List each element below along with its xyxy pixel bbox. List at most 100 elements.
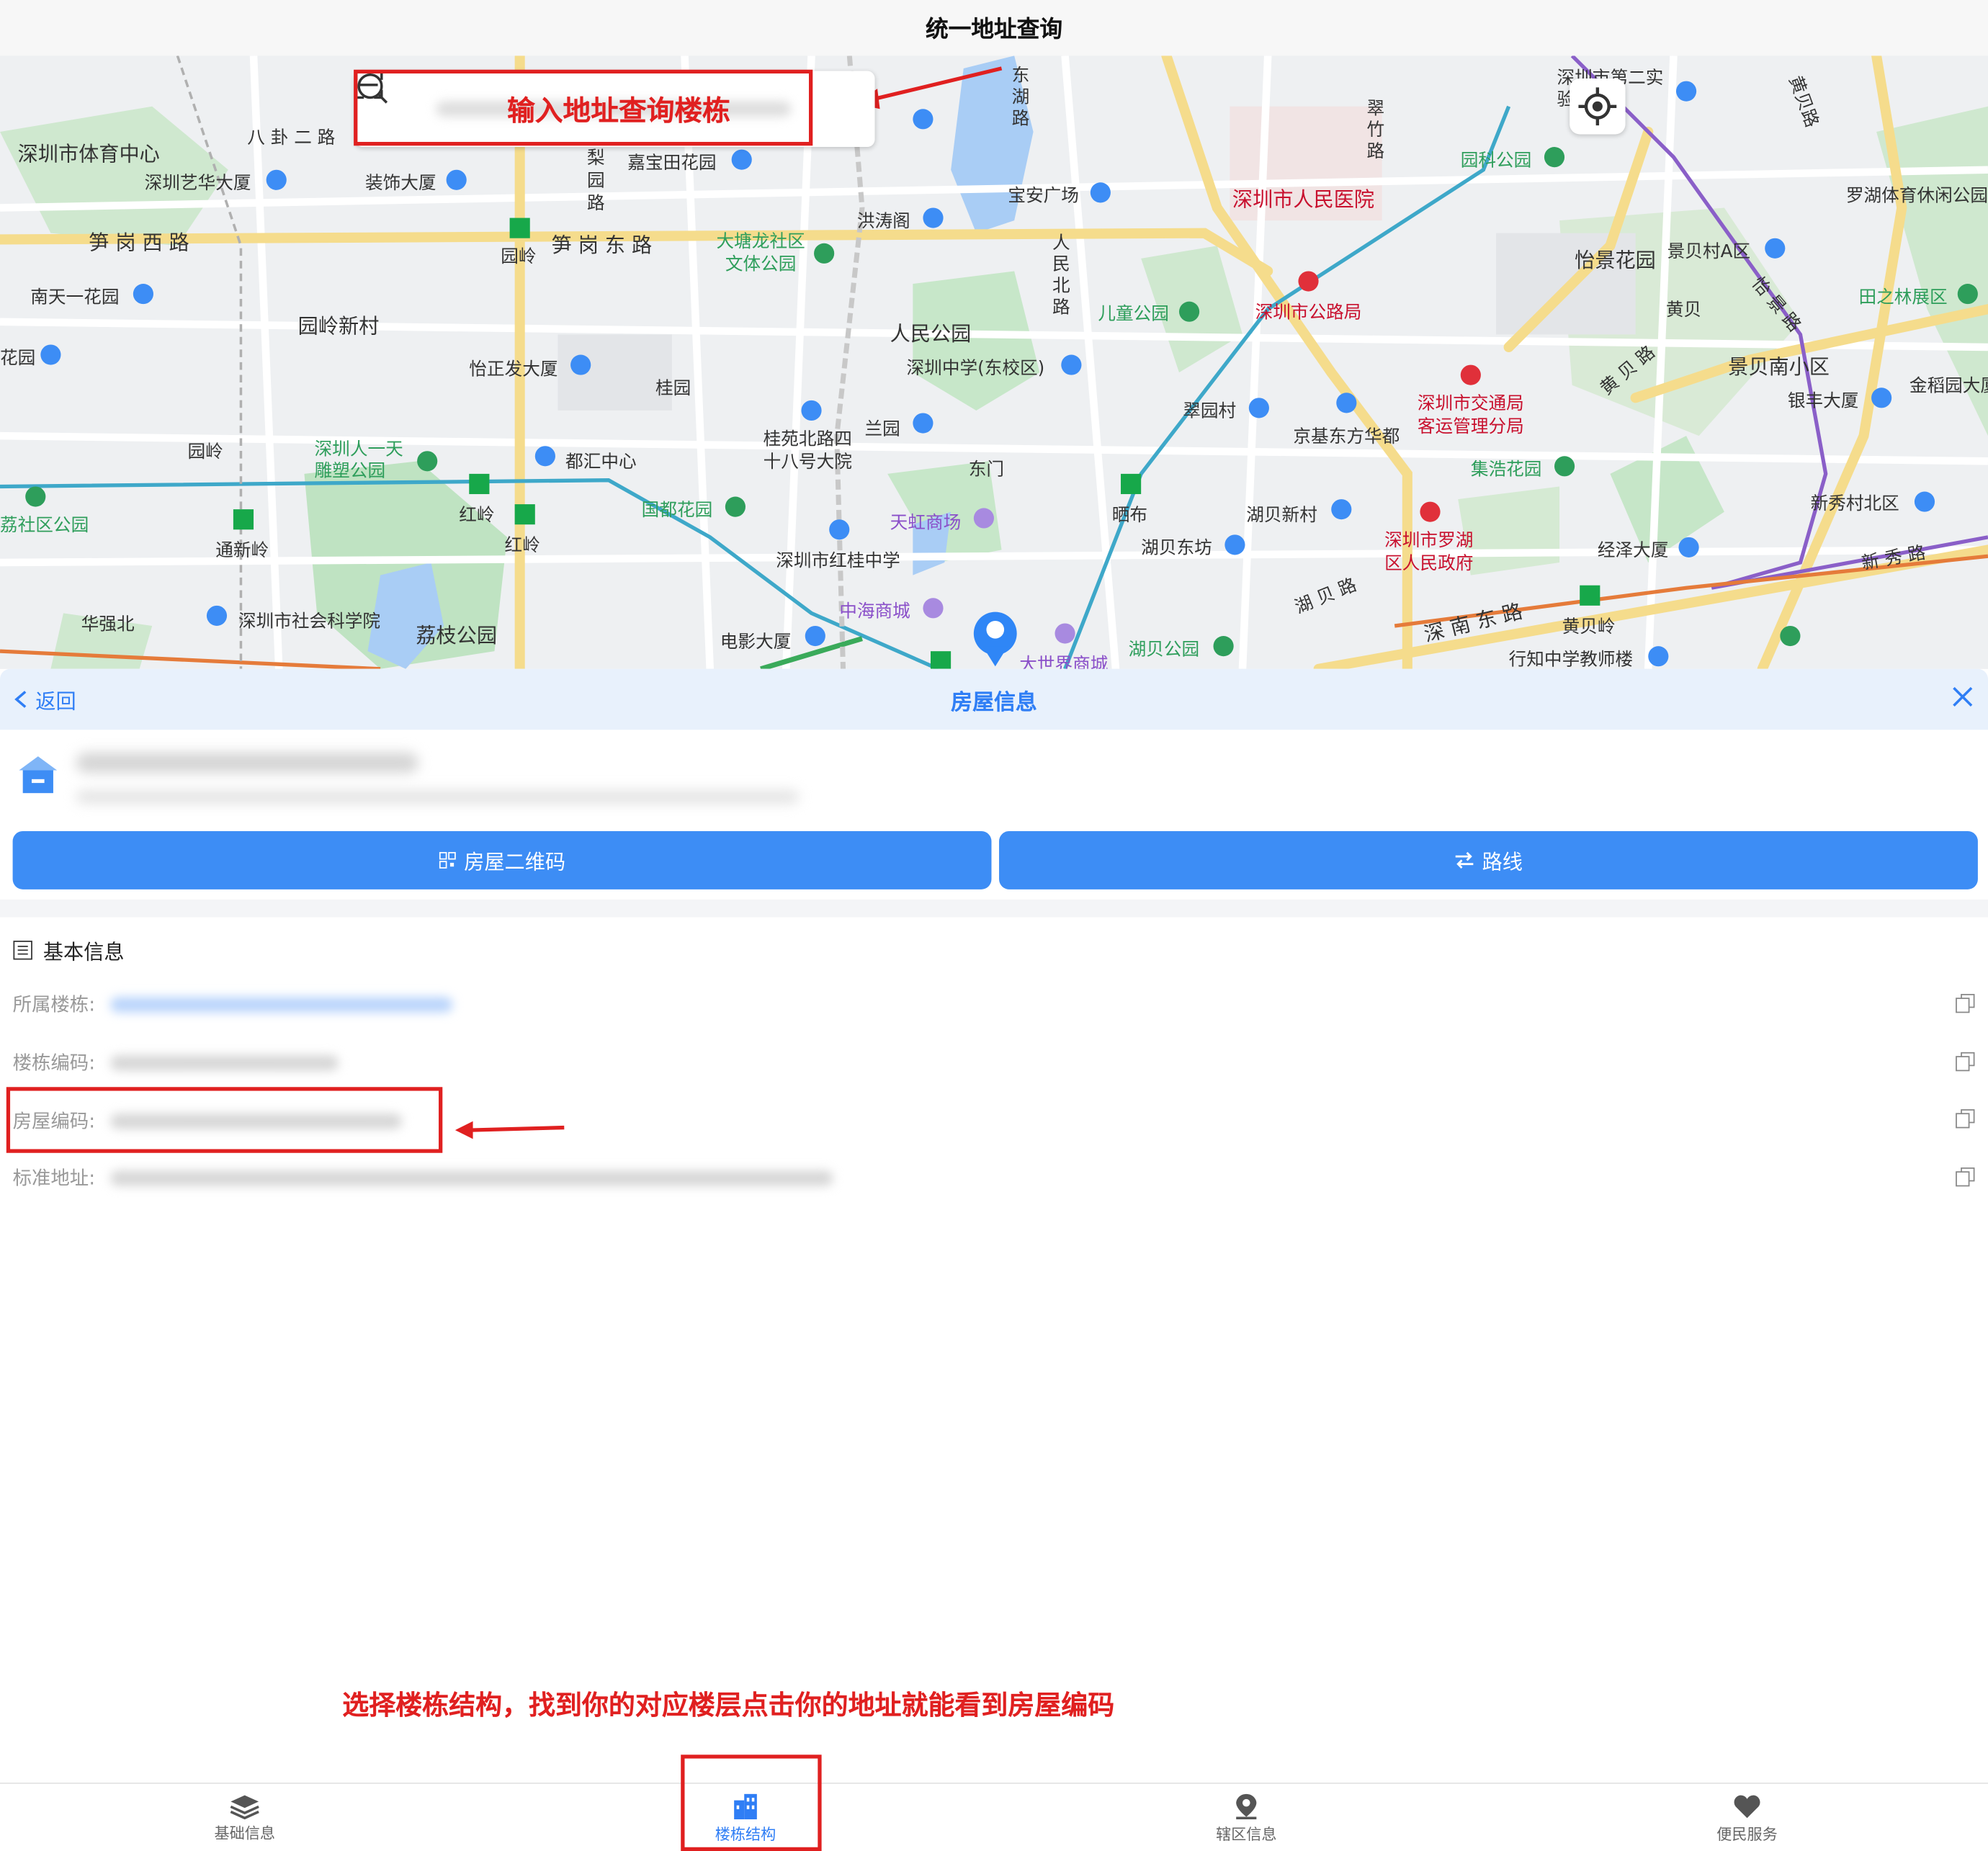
map-label: 怡正发大厦 xyxy=(469,359,558,380)
map-label: 翠竹路 xyxy=(1366,99,1385,163)
app-root: 统一地址查询 深圳市体育中心 八 卦 二 路 深圳艺华大厦 装饰大厦 梨园路 嘉… xyxy=(0,0,1988,1851)
map-label: 洪涛阁 xyxy=(856,211,910,232)
field-building: 所属楼栋: xyxy=(13,991,453,1018)
tab-label: 辖区信息 xyxy=(1216,1824,1277,1843)
map-label: 大世界商城 xyxy=(1019,655,1109,669)
route-button[interactable]: 路线 xyxy=(999,830,1978,889)
map-label: 中海商城 xyxy=(839,601,910,622)
field-label: 所属楼栋 xyxy=(12,993,89,1016)
section-basic-info: 基本信息 xyxy=(13,935,125,965)
map-label: 儿童公园 xyxy=(1098,304,1169,325)
map-label: 笋 岗 东 路 xyxy=(551,233,653,258)
copy-icon[interactable] xyxy=(1955,1167,1975,1187)
annotation-search-hint: 输入地址查询楼栋 xyxy=(507,96,730,128)
map-label: 湖贝东坊 xyxy=(1141,538,1212,559)
map-label: 装饰大厦 xyxy=(364,173,436,194)
map-label: 田之林展区 xyxy=(1858,287,1948,308)
annotation-box-house-code xyxy=(6,1087,443,1153)
field-std-address: 标准地址: xyxy=(13,1165,833,1191)
map-label: 大塘龙社区文体公园 xyxy=(716,231,805,275)
map-label: 八 卦 二 路 xyxy=(247,127,336,148)
field-value-redacted[interactable] xyxy=(110,996,453,1012)
bottom-tab-bar: 基础信息 楼栋结构 辖区信息 便民服务 xyxy=(0,1783,1988,1851)
map-pin-icon xyxy=(1236,1793,1257,1819)
panel-title: 房屋信息 xyxy=(951,690,1037,716)
map-label: 嘉宝田花园 xyxy=(627,153,717,174)
map-label: 深圳市红桂中学 xyxy=(776,551,900,572)
map-label: 深圳市交通局客运管理分局 xyxy=(1417,394,1524,437)
map-label: 深圳市体育中心 xyxy=(17,142,160,166)
map-label: 人民公园 xyxy=(890,321,972,346)
map-label: 京基东方华都 xyxy=(1293,426,1400,447)
field-building-code: 楼栋编码: xyxy=(13,1049,339,1076)
map-label: 国都花园 xyxy=(641,500,713,521)
house-summary xyxy=(0,732,1988,829)
qr-code-label: 房屋二维码 xyxy=(464,850,566,874)
scaled-layout: 统一地址查询 深圳市体育中心 八 卦 二 路 深圳艺华大厦 装饰大厦 梨园路 嘉… xyxy=(0,0,1988,1851)
map-label: 荔社区公园 xyxy=(0,515,89,537)
tab-basic-info[interactable]: 基础信息 xyxy=(130,1784,359,1851)
map-label: 园岭 xyxy=(187,442,223,463)
map-label: 桂园 xyxy=(655,378,691,400)
map-label: 天虹商场 xyxy=(890,513,962,534)
map-label: 东湖路 xyxy=(1011,66,1030,130)
route-icon xyxy=(1455,851,1474,869)
map-label: 景贝南小区 xyxy=(1728,354,1830,379)
map-label: 电影大厦 xyxy=(720,632,792,653)
map-label: 深圳人一天雕塑公园 xyxy=(314,439,403,482)
copy-icon[interactable] xyxy=(1955,1108,1975,1129)
field-label: 标准地址 xyxy=(12,1167,89,1190)
map-label: 人民北路 xyxy=(1052,233,1070,318)
qr-code-icon xyxy=(439,851,456,869)
tab-district-info[interactable]: 辖区信息 xyxy=(1132,1784,1361,1851)
map-label: 笋 岗 西 路 xyxy=(89,230,189,255)
map-label: 宝安广场 xyxy=(1008,186,1079,207)
annotation-instruction: 选择楼栋结构，找到你的对应楼层点击你的地址就能看到房屋编码 xyxy=(342,1690,1115,1721)
tab-public-service[interactable]: 便民服务 xyxy=(1633,1784,1861,1851)
field-label: 楼栋编码 xyxy=(12,1052,89,1075)
qr-code-button[interactable]: 房屋二维码 xyxy=(12,830,992,889)
map-label: 深圳市人民医院 xyxy=(1232,187,1375,212)
map-label: 湖贝新村 xyxy=(1246,505,1317,526)
field-value-redacted xyxy=(110,1054,339,1070)
section-title: 基本信息 xyxy=(42,940,125,964)
map-label: 梨园路 xyxy=(586,148,605,215)
close-icon[interactable] xyxy=(1948,681,1978,712)
list-icon xyxy=(13,941,32,960)
page-title: 统一地址查询 xyxy=(0,0,1988,56)
map-label: 华强北 xyxy=(81,614,135,635)
map-label: 红岭 xyxy=(459,505,495,526)
panel-header: 返回 房屋信息 xyxy=(0,668,1988,730)
map-label: 行知中学教师楼 xyxy=(1508,650,1634,669)
map-label: 荔枝公园 xyxy=(416,623,498,647)
house-icon xyxy=(19,756,58,794)
crosshair-icon xyxy=(1578,87,1617,126)
locate-button[interactable] xyxy=(1570,79,1626,135)
map-label: 景贝村A区 xyxy=(1667,241,1751,263)
map-label: 黄贝 xyxy=(1665,300,1702,321)
map-label: 深圳市罗湖区人民政府 xyxy=(1384,531,1474,574)
map-label: 经泽大厦 xyxy=(1597,541,1669,562)
map-label: 新秀村北区 xyxy=(1810,494,1899,515)
map-label: 都汇中心 xyxy=(565,452,637,473)
map-label: 深圳市公路局 xyxy=(1255,302,1362,323)
copy-icon[interactable] xyxy=(1955,1052,1975,1072)
map-label: 桂苑北路四十八号大院 xyxy=(763,429,852,473)
map-label: 园岭 xyxy=(501,247,537,268)
map-label: 黄贝岭 xyxy=(1562,617,1616,637)
map-label: 晒布 xyxy=(1111,505,1147,526)
heart-icon xyxy=(1734,1794,1760,1818)
map-label: 罗湖体育休闲公园 xyxy=(1845,186,1988,207)
map-label: 花园 xyxy=(0,348,36,369)
map-label: 怡景花园 xyxy=(1575,248,1656,273)
divider xyxy=(0,899,1988,918)
tab-label: 便民服务 xyxy=(1716,1824,1778,1843)
copy-icon[interactable] xyxy=(1955,993,1975,1013)
map-label: 红岭 xyxy=(504,536,540,557)
house-name-redacted xyxy=(76,752,418,774)
annotation-box-tab xyxy=(681,1754,822,1851)
map-label: 园岭新村 xyxy=(297,314,380,339)
map-label: 湖贝公园 xyxy=(1128,640,1200,660)
annotation-arrow xyxy=(455,1121,565,1139)
map-view[interactable]: 深圳市体育中心 八 卦 二 路 深圳艺华大厦 装饰大厦 梨园路 嘉宝田花园 笋 … xyxy=(0,55,1988,669)
